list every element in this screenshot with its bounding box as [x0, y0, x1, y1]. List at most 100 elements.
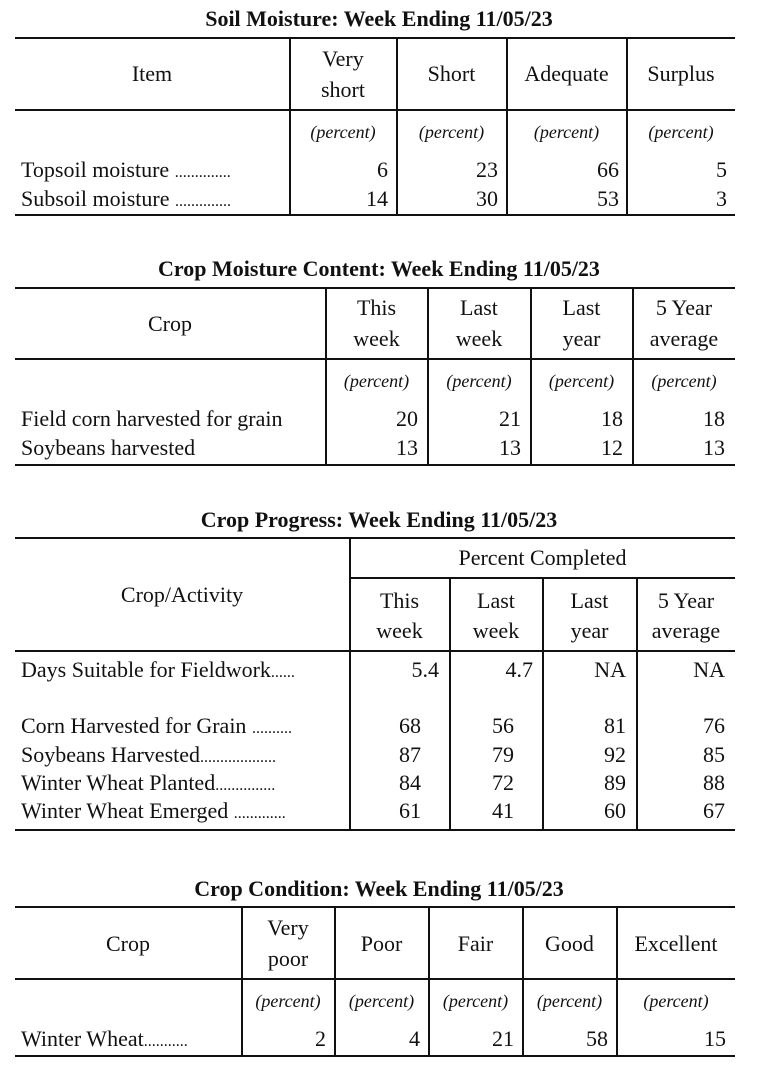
table-cell: 6 [377, 157, 388, 182]
column-header-poor: Poor [360, 931, 403, 956]
table-rule [15, 978, 735, 980]
unit-label: (percent) [643, 991, 709, 1011]
column-header-last-week-line1: Last [460, 295, 498, 320]
unit-label: (percent) [442, 991, 509, 1011]
column-header-this-week-line2: week [353, 326, 400, 351]
table-cell: 14 [366, 186, 388, 211]
row-label-text: Days Suitable for Fieldwork [21, 657, 271, 682]
column-header-very-poor-line1: Very [267, 915, 309, 940]
unit-label: (percent) [310, 122, 376, 142]
column-header-crop: Crop [148, 311, 192, 336]
table-cell: 30 [476, 186, 498, 211]
table-cell: 88 [703, 770, 725, 795]
table-cell: 18 [703, 406, 725, 431]
table-cell: 60 [604, 798, 626, 823]
table-row-label: Days Suitable for Fieldwork...... [21, 655, 344, 688]
table-rule [15, 906, 735, 908]
column-header-excellent: Excellent [634, 931, 718, 956]
row-label-text: Soybeans Harvested [21, 742, 201, 767]
table-cell: 79 [492, 742, 514, 767]
dot-leader: .............. [174, 164, 231, 181]
table-cell: 18 [601, 406, 623, 431]
row-label-text: Winter Wheat Emerged [21, 798, 229, 823]
table-cell: 21 [492, 1026, 514, 1051]
crop-moisture-title: Crop Moisture Content: Week Ending 11/05… [158, 256, 600, 281]
table-cell: 15 [704, 1026, 726, 1051]
table-cell: 53 [597, 186, 619, 211]
row-label-text: Soybeans harvested [21, 435, 196, 460]
table-cell: 20 [396, 406, 418, 431]
crop-condition-title: Crop Condition: Week Ending 11/05/23 [194, 876, 564, 901]
column-header-last-year-line2: year [562, 326, 601, 351]
column-header-this-week-line1: This [379, 588, 420, 613]
dot-leader: ............. [233, 805, 286, 822]
table-row-label: Field corn harvested for grain [21, 404, 323, 434]
table-cell: 23 [476, 157, 498, 182]
column-header-adequate: Adequate [524, 61, 609, 86]
table-cell: 4.7 [505, 657, 534, 682]
table-rule [15, 287, 735, 289]
column-header-fair: Fair [457, 931, 494, 956]
unit-label: (percent) [648, 122, 714, 142]
table-cell: 13 [703, 435, 725, 460]
table-row-label: Subsoil moisture .............. [21, 184, 283, 217]
dot-leader: ...... [270, 664, 295, 681]
column-header-good: Good [545, 931, 594, 956]
table-cell: 67 [703, 798, 725, 823]
table-cell: 58 [586, 1026, 608, 1051]
unit-label: (percent) [446, 371, 512, 391]
table-rule [15, 358, 735, 360]
table-cell: 13 [499, 435, 521, 460]
row-label-text: Subsoil moisture [21, 186, 170, 211]
table-cell: 56 [492, 713, 514, 738]
column-header-this-week-line1: This [356, 295, 397, 320]
table-cell: 13 [396, 435, 418, 460]
column-header-last-year-line1: Last [570, 588, 609, 613]
table-cell: 4 [409, 1026, 420, 1051]
unit-label: (percent) [651, 371, 717, 391]
column-header-short: Short [427, 61, 476, 86]
dot-leader: ........... [143, 1033, 188, 1050]
column-header-last-year-line2: year [570, 618, 609, 643]
unit-label: (percent) [255, 991, 321, 1011]
column-header-crop: Crop [106, 931, 150, 956]
column-header-item: Item [131, 61, 173, 86]
group-header-percent-completed: Percent Completed [458, 545, 627, 570]
table-cell: 81 [604, 713, 626, 738]
table-rule [15, 537, 735, 539]
table-cell: 89 [604, 770, 626, 795]
column-header-very-poor-line2: poor [267, 946, 309, 971]
dot-leader: .......... [251, 720, 292, 737]
unit-label: (percent) [343, 371, 410, 391]
column-header-5yr-avg-line2: average [649, 326, 719, 351]
table-cell: 84 [399, 770, 421, 795]
unit-label: (percent) [533, 122, 600, 142]
column-header-very-short-line1: Very [322, 46, 364, 71]
table-row-label: Winter Wheat........... [21, 1024, 236, 1057]
table-rule [15, 464, 735, 466]
table-row-label: Winter Wheat Emerged ............. [21, 796, 344, 829]
column-header-crop-activity: Crop/Activity [120, 582, 244, 607]
table-cell: 21 [499, 406, 521, 431]
table-cell: 5 [716, 157, 727, 182]
column-header-last-week-line2: week [472, 618, 520, 643]
table-cell: NA [693, 657, 725, 682]
crop-progress-title: Crop Progress: Week Ending 11/05/23 [200, 507, 558, 532]
row-label-text: Field corn harvested for grain [21, 406, 283, 431]
column-header-very-short-line2: short [321, 77, 365, 102]
column-header-this-week-line2: week [376, 618, 423, 643]
column-header-5yr-avg-line1: 5 Year [655, 295, 713, 320]
column-header-surplus: Surplus [647, 61, 715, 86]
table-rule [15, 650, 735, 652]
table-cell: 87 [399, 742, 421, 767]
table-row-label: Soybeans harvested [21, 433, 323, 463]
soil-moisture-title: Soil Moisture: Week Ending 11/05/23 [205, 6, 553, 31]
table-cell: 92 [604, 742, 626, 767]
column-header-last-week-line1: Last [477, 588, 515, 613]
dot-leader: ............... [215, 777, 276, 794]
column-header-5yr-avg-line2: average [651, 618, 721, 643]
table-cell: 72 [492, 770, 514, 795]
row-label-text: Corn Harvested for Grain [21, 713, 247, 738]
column-header-last-week-line2: week [455, 326, 503, 351]
table-cell: 2 [315, 1026, 326, 1051]
